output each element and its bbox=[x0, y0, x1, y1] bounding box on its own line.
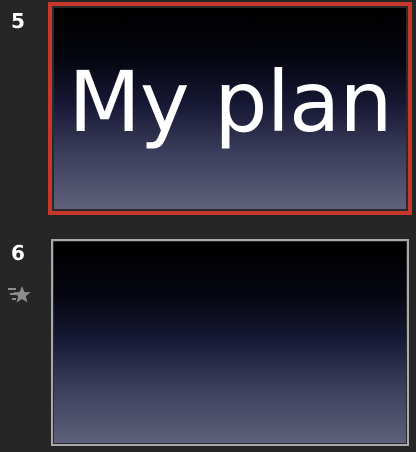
slide-row-5[interactable]: 5 My plan bbox=[0, 0, 416, 220]
slide-title-text: My plan bbox=[68, 53, 392, 151]
slide-number: 5 bbox=[11, 9, 25, 33]
slide-thumbnail-inner: My plan bbox=[52, 6, 408, 211]
slide-background bbox=[54, 242, 406, 443]
slide-thumbnail[interactable] bbox=[51, 239, 409, 446]
slide-thumbnail-selected[interactable]: My plan bbox=[48, 2, 412, 215]
slide-thumbnail-inner bbox=[53, 241, 407, 444]
slide-number: 6 bbox=[11, 241, 25, 265]
star-transition-icon[interactable] bbox=[8, 285, 32, 305]
